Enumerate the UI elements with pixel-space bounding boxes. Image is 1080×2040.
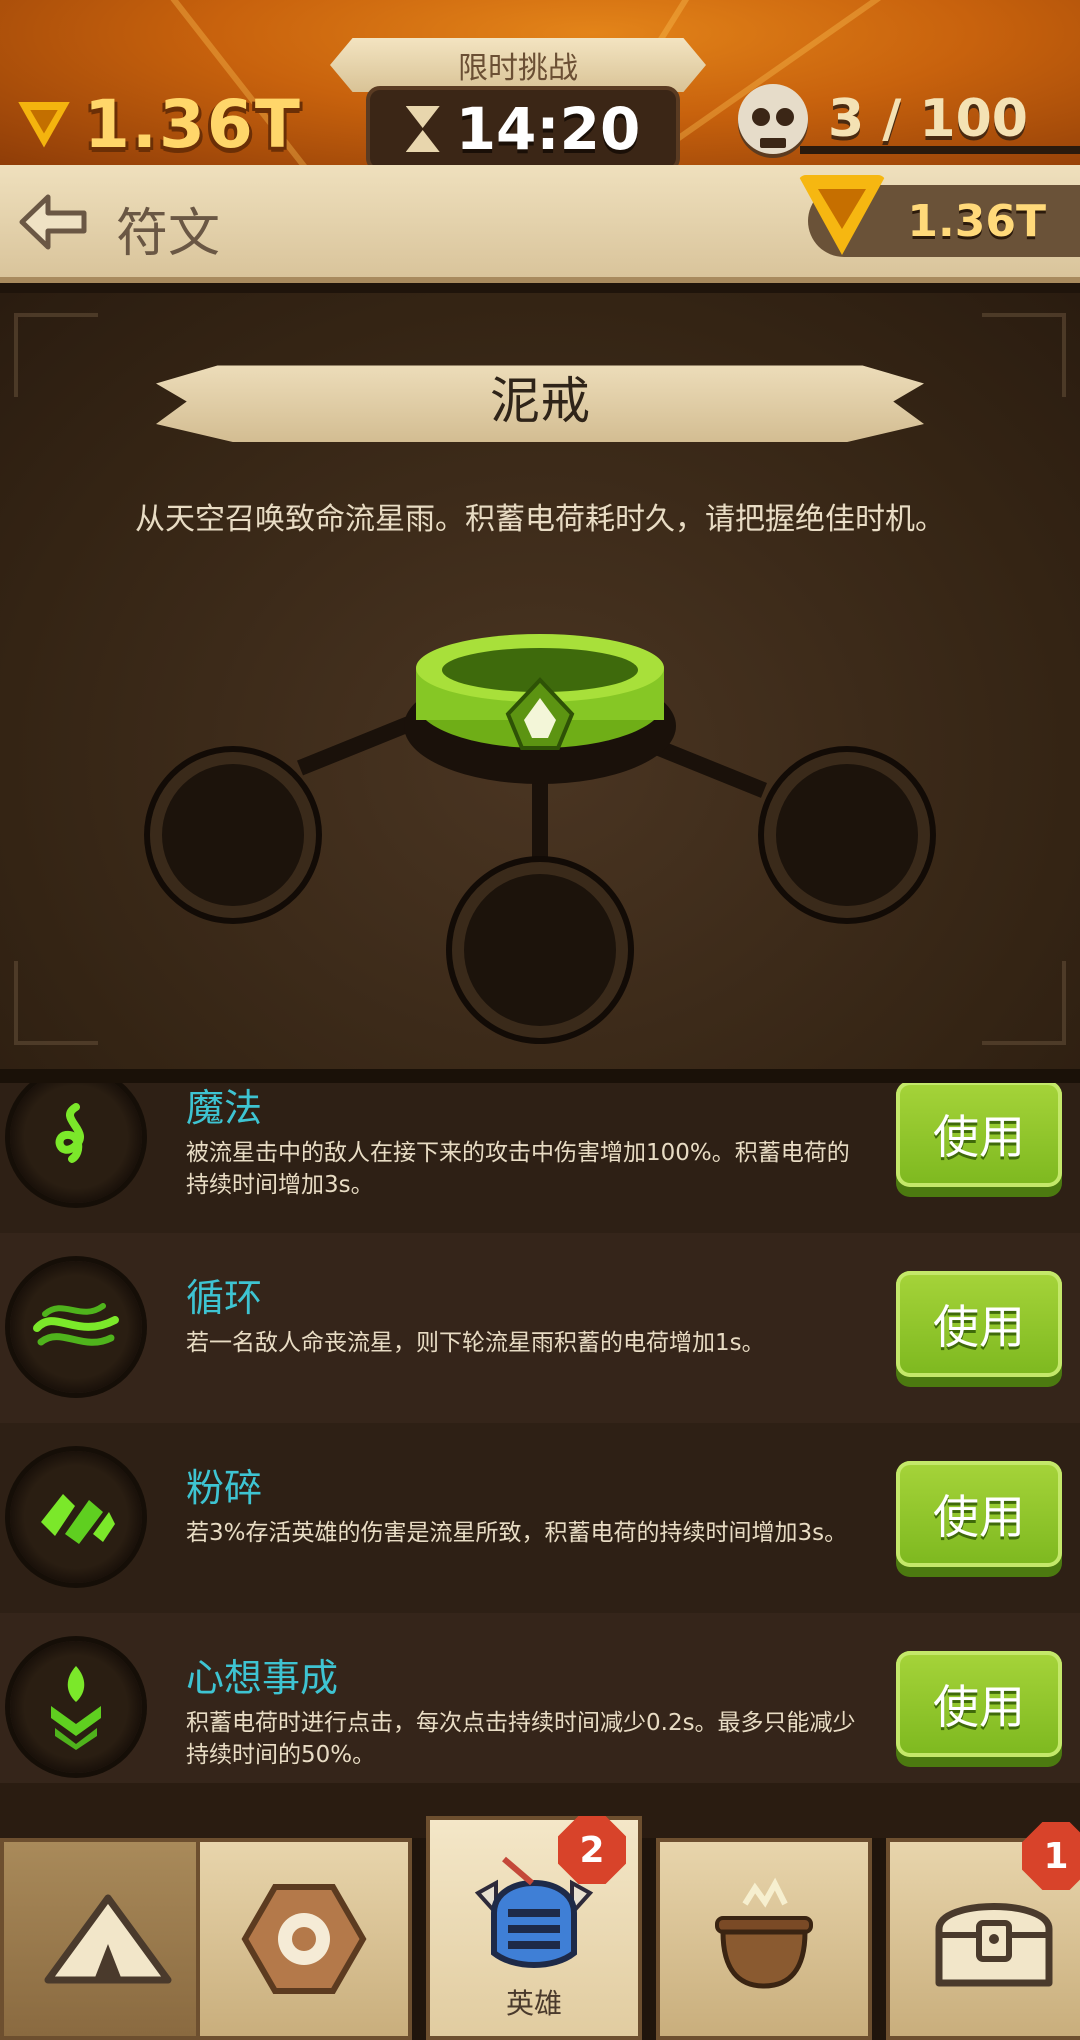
rune-description: 从天空召唤致命流星雨。积蓄电荷耗时久，请把握绝佳时机。 (135, 502, 945, 537)
nav-tab-heroes[interactable]: 英雄 2 (426, 1816, 642, 2040)
use-button-label: 使用 (933, 1300, 1025, 1354)
use-button[interactable]: 使用 (896, 1271, 1062, 1377)
back-arrow-icon (19, 194, 87, 250)
shatter-icon (10, 1451, 142, 1583)
page-header: 符文 1.36T (0, 165, 1080, 283)
use-button-label: 使用 (933, 1680, 1025, 1734)
use-button[interactable]: 使用 (896, 1461, 1062, 1567)
kill-progress-bar (800, 146, 1080, 154)
treasure-chest-icon (935, 1903, 1053, 1987)
nav-tab-camp[interactable] (0, 1838, 216, 2040)
currency-display: 1.36T (18, 86, 302, 163)
page-title: 符文 (116, 204, 221, 264)
use-button[interactable]: 使用 (896, 1651, 1062, 1757)
challenge-label: 限时挑战 (458, 51, 578, 86)
rune-slot-right[interactable] (764, 752, 930, 918)
ability-description: 若3%存活英雄的伤害是流星所致，积蓄电荷的持续时间增加3s。 (186, 1520, 848, 1546)
nav-tab-chest[interactable]: 1 (886, 1822, 1080, 2040)
nav-label-heroes: 英雄 (505, 1987, 562, 2020)
ability-description: 若一名敌人命丧流星，则下轮流星雨积蓄的电荷增加1s。 (186, 1330, 765, 1356)
wave-icon (10, 1261, 142, 1393)
nav-tab-rune[interactable] (196, 1838, 412, 2040)
list-item: 循环 若一名敌人命丧流星，则下轮流星雨积蓄的电荷增加1s。 使用 (0, 1233, 1080, 1425)
rune-slot-bottom[interactable] (452, 862, 628, 1038)
skull-icon (738, 84, 808, 154)
back-button[interactable] (18, 193, 88, 251)
ability-description: 被流星击中的敌人在接下来的攻击中伤害增加100%。积蓄电荷的持续时间增加3s。 (186, 1140, 850, 1198)
hourglass-icon (406, 106, 440, 152)
use-button-label: 使用 (933, 1110, 1025, 1164)
ability-title: 粉碎 (186, 1466, 263, 1510)
kill-counter: 3 / 100 (738, 84, 1028, 154)
tent-icon (44, 1894, 172, 1984)
ability-title: 心想事成 (186, 1656, 339, 1700)
kill-count: 3 / 100 (828, 89, 1028, 149)
ability-list[interactable]: 魔法 被流星击中的敌人在接下来的攻击中伤害增加100%。积蓄电荷的持续时间增加3… (0, 1083, 1080, 1783)
rune-name-banner: 泥戒 (156, 365, 924, 442)
challenge-banner[interactable]: 限时挑战 (330, 38, 706, 92)
currency-amount: 1.36T (84, 86, 302, 163)
list-item: 心想事成 积蓄电荷时进行点击，每次点击持续时间减少0.2s。最多只能减少持续时间… (0, 1613, 1080, 1783)
nav-tab-cauldron[interactable] (656, 1838, 872, 2040)
ability-title: 魔法 (186, 1086, 263, 1130)
timer-value: 14:20 (455, 95, 641, 163)
top-hud: 1.36T 限时挑战 14:20 3 / 100 (0, 0, 1080, 165)
ability-description: 积蓄电荷时进行点击，每次点击持续时间减少0.2s。最多只能减少持续时间的50%。 (186, 1710, 856, 1768)
rune-slot-left[interactable] (150, 752, 316, 918)
gold-gem-icon (798, 175, 886, 255)
use-button[interactable]: 使用 (896, 1083, 1062, 1187)
green-ring-icon[interactable] (396, 628, 684, 788)
bottom-nav: 英雄 2 1 (0, 1816, 1080, 2040)
header-currency-amount: 1.36T (907, 195, 1046, 247)
ability-title: 循环 (186, 1276, 263, 1320)
use-button-label: 使用 (933, 1490, 1025, 1544)
challenge-timer[interactable]: 14:20 (366, 86, 680, 165)
gold-gem-icon (18, 101, 70, 148)
cauldron-icon (715, 1877, 813, 1989)
rune-stone-icon (241, 1884, 367, 1994)
swirl-icon (10, 1083, 142, 1203)
list-item: 魔法 被流星击中的敌人在接下来的攻击中伤害增加100%。积蓄电荷的持续时间增加3… (0, 1083, 1080, 1235)
rune-name: 泥戒 (490, 372, 590, 430)
chevrons-icon (10, 1641, 142, 1773)
list-item: 粉碎 若3%存活英雄的伤害是流星所致，积蓄电荷的持续时间增加3s。 使用 (0, 1423, 1080, 1615)
